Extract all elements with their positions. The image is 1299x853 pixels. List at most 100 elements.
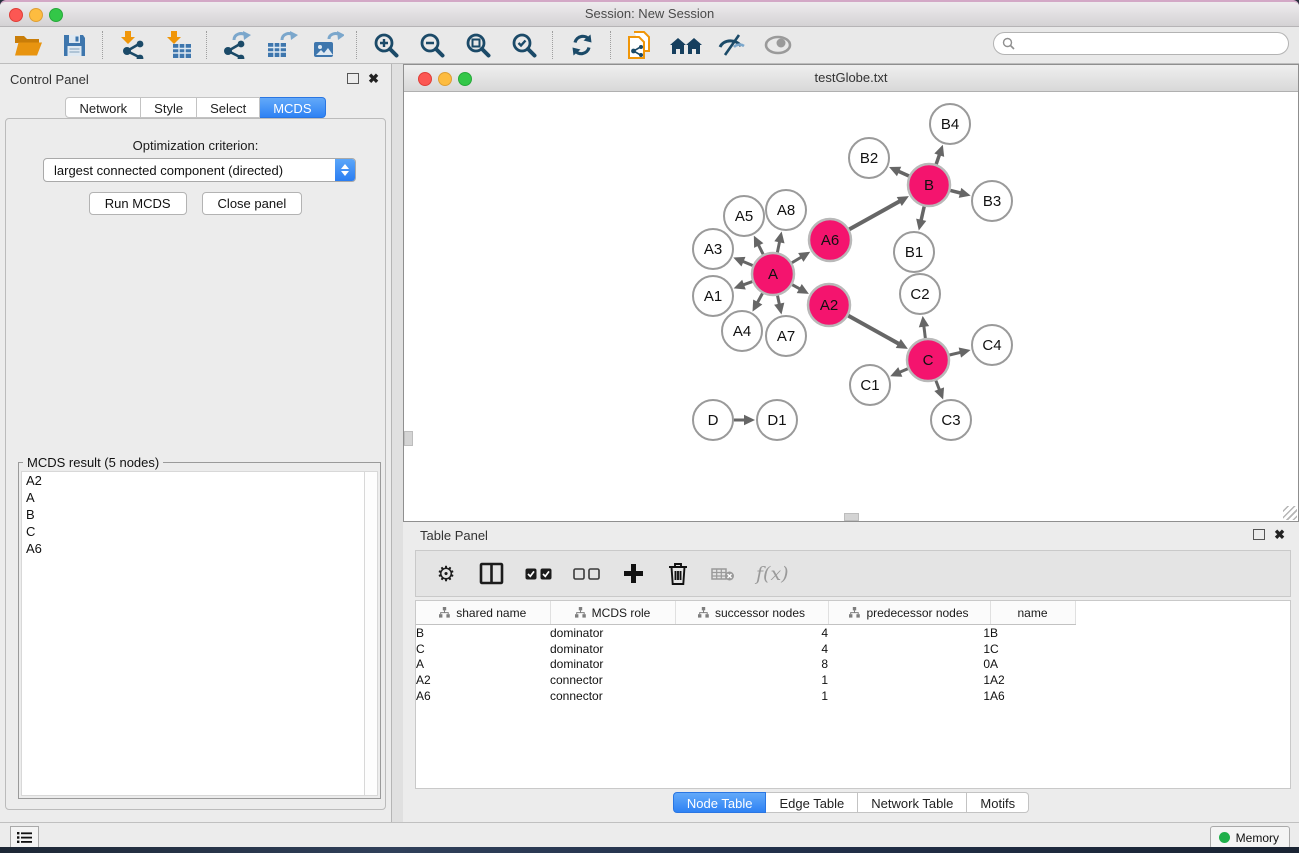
window-edge-handle[interactable] (404, 431, 413, 446)
memory-button[interactable]: Memory (1210, 826, 1290, 849)
import-network-button[interactable] (116, 30, 148, 60)
optimization-criterion-select[interactable]: largest connected component (directed) (43, 158, 356, 182)
unchecked-boxes-icon (573, 568, 600, 580)
column-header-MCDS-role[interactable]: MCDS role (550, 601, 675, 625)
hide-details-button[interactable] (762, 30, 794, 60)
node-label-B: B (924, 177, 934, 194)
status-bar: Memory (0, 822, 1299, 849)
show-task-history-button[interactable] (10, 826, 39, 848)
network-sort-icon (849, 607, 860, 618)
close-panel-icon[interactable]: ✖ (368, 74, 379, 84)
mcds-result-title: MCDS result (5 nodes) (23, 455, 163, 470)
table-row[interactable]: Cdominator41C (416, 641, 1290, 657)
import-table-button[interactable] (162, 30, 194, 60)
show-graphics-details-button[interactable] (716, 30, 748, 60)
select-all-columns-button[interactable] (525, 559, 552, 589)
refresh-icon (569, 32, 595, 58)
node-label-C3: C3 (941, 412, 960, 429)
node-label-C4: C4 (982, 337, 1001, 354)
tab-motifs[interactable]: Motifs (967, 792, 1029, 813)
function-builder-button[interactable]: f(x) (756, 559, 789, 589)
table-options-button[interactable]: ⚙ (434, 559, 458, 589)
column-header-name[interactable]: name (990, 601, 1075, 625)
node-label-A1: A1 (704, 288, 722, 305)
delete-table-button[interactable] (711, 559, 735, 589)
show-columns-button[interactable] (479, 559, 504, 589)
search-input[interactable] (1019, 36, 1288, 52)
open-session-button[interactable] (12, 30, 44, 60)
table-panel-tabs: Node TableEdge TableNetwork TableMotifs (403, 792, 1299, 813)
screen: Session: New Session (0, 0, 1299, 853)
result-item[interactable]: A (22, 489, 365, 506)
edge-A2-C[interactable] (848, 316, 900, 345)
graphics-details-icon (718, 33, 746, 57)
node-label-A4: A4 (733, 323, 751, 340)
zoom-selected-button[interactable] (508, 30, 540, 60)
titlebar: Session: New Session (0, 2, 1299, 27)
edge-B-B1[interactable] (921, 206, 924, 221)
create-column-button[interactable] (621, 559, 645, 589)
result-item[interactable]: A2 (22, 472, 365, 489)
trash-icon (667, 562, 689, 586)
tab-network[interactable]: Network (65, 97, 141, 118)
column-header-predecessor-nodes[interactable]: predecessor nodes (828, 601, 990, 625)
close-panel-button[interactable]: Close panel (202, 192, 303, 215)
select-stepper-icon (335, 159, 355, 181)
save-session-button[interactable] (58, 30, 90, 60)
unselect-all-columns-button[interactable] (573, 559, 600, 589)
control-panel-title: Control Panel (10, 72, 89, 87)
close-panel-icon[interactable]: ✖ (1274, 530, 1285, 540)
column-header-shared-name[interactable]: shared name (416, 601, 550, 625)
duplicate-network-button[interactable] (624, 30, 656, 60)
delete-columns-button[interactable] (666, 559, 690, 589)
export-network-button[interactable] (220, 30, 252, 60)
zoom-fit-button[interactable] (462, 30, 494, 60)
result-item[interactable]: C (22, 523, 365, 540)
table-row[interactable]: A6connector11A6 (416, 688, 1290, 704)
export-table-button[interactable] (266, 30, 298, 60)
edge-A6-B[interactable] (849, 201, 901, 230)
node-table[interactable]: shared nameMCDS rolesuccessor nodesprede… (415, 600, 1291, 789)
zoom-out-button[interactable] (416, 30, 448, 60)
node-label-C2: C2 (910, 286, 929, 303)
export-image-button[interactable] (312, 30, 344, 60)
refresh-button[interactable] (566, 30, 598, 60)
result-item[interactable]: B (22, 506, 365, 523)
tab-style[interactable]: Style (141, 97, 197, 118)
window-resize-grip[interactable] (1283, 506, 1297, 520)
table-row[interactable]: Bdominator41B (416, 625, 1290, 641)
run-mcds-button[interactable]: Run MCDS (89, 192, 187, 215)
network-canvas[interactable]: A5A8A3A1A4A7AA6A2BB2B4B3B1CC2C4C1C3DD1 (405, 92, 1297, 520)
mcds-result-list[interactable]: A2ABCA6 (21, 471, 366, 796)
arrowhead (774, 303, 784, 315)
search-field[interactable] (993, 32, 1289, 55)
node-label-D1: D1 (767, 412, 786, 429)
table-toolbar: ⚙ (415, 550, 1291, 597)
network-window-title: testGlobe.txt (404, 70, 1298, 85)
table-row[interactable]: A2connector11A2 (416, 672, 1290, 688)
table-row[interactable]: Adominator80A (416, 657, 1290, 673)
window-edge-handle[interactable] (844, 513, 859, 521)
tab-edge-table[interactable]: Edge Table (766, 792, 858, 813)
window-title: Session: New Session (0, 6, 1299, 21)
arrowhead (916, 219, 926, 231)
zoom-in-button[interactable] (370, 30, 402, 60)
tab-select[interactable]: Select (197, 97, 260, 118)
column-header-successor-nodes[interactable]: successor nodes (675, 601, 828, 625)
float-panel-icon[interactable] (347, 73, 359, 84)
network-view-window: testGlobe.txt A5A8A3A1A4A7AA6A2BB2B4B3B1… (403, 64, 1299, 522)
gear-icon: ⚙ (437, 562, 456, 586)
node-label-A2: A2 (820, 297, 838, 314)
tab-node-table[interactable]: Node Table (673, 792, 767, 813)
tab-mcds[interactable]: MCDS (260, 97, 325, 118)
save-icon (62, 33, 87, 58)
home-networks-button[interactable] (670, 30, 702, 60)
network-window-titlebar[interactable]: testGlobe.txt (404, 65, 1298, 92)
eye-icon (763, 34, 793, 56)
float-panel-icon[interactable] (1253, 529, 1265, 540)
edge-C-C2[interactable] (924, 325, 926, 338)
main-toolbar (0, 27, 1299, 64)
tab-network-table[interactable]: Network Table (858, 792, 967, 813)
result-scrollbar[interactable] (364, 471, 378, 796)
result-item[interactable]: A6 (22, 540, 365, 557)
